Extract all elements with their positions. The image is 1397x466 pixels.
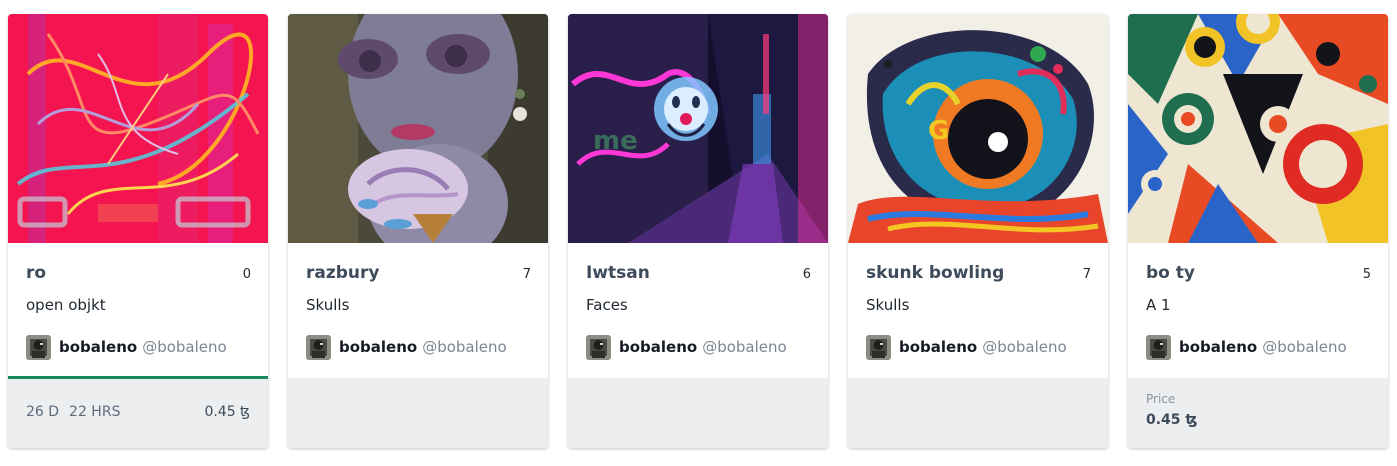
token-info: razbury 7 Skulls bobaleno @bobaleno	[288, 243, 548, 378]
artist-link[interactable]: bobaleno @bobaleno	[1146, 334, 1347, 360]
countdown-timer: 26 D 22 HRS	[26, 404, 120, 420]
artwork-image	[8, 14, 268, 243]
svg-text:me: me	[593, 126, 638, 156]
token-title[interactable]: ro	[26, 263, 216, 283]
card-footer	[288, 378, 548, 448]
price-footer: Price 0.45 ꜩ	[1128, 378, 1388, 448]
token-thumbnail[interactable]: G	[848, 14, 1108, 243]
avatar	[866, 334, 891, 360]
token-title[interactable]: bo ty	[1146, 263, 1336, 283]
artist-name: bobaleno	[1179, 338, 1258, 356]
artist-name: bobaleno	[619, 338, 698, 356]
avatar	[306, 334, 331, 360]
token-info: skunk bowling 7 Skulls bobaleno @bobalen…	[848, 243, 1108, 378]
artwork-image: me	[568, 14, 828, 243]
collection-name[interactable]: Faces	[586, 296, 628, 314]
token-grid: ro 0 open objkt bobaleno @bobaleno 26 D …	[8, 14, 1389, 448]
artist-link[interactable]: bobaleno @bobaleno	[586, 334, 787, 360]
artist-link[interactable]: bobaleno @bobaleno	[866, 334, 1067, 360]
artwork-image	[1128, 14, 1388, 243]
collection-name[interactable]: A 1	[1146, 296, 1171, 314]
collection-name[interactable]: Skulls	[306, 296, 349, 314]
token-card[interactable]: me Iwtsan 6 Faces bobaleno @bobaleno	[568, 14, 828, 448]
token-title[interactable]: razbury	[306, 263, 496, 283]
artist-handle: @bobaleno	[422, 338, 507, 356]
token-card[interactable]: bo ty 5 A 1 bobaleno @bobaleno Price 0.4…	[1128, 14, 1388, 448]
artist-link[interactable]: bobaleno @bobaleno	[306, 334, 507, 360]
artwork-image: G	[848, 14, 1108, 243]
price-value: 0.45 ꜩ	[204, 404, 250, 420]
avatar	[586, 334, 611, 360]
artist-name: bobaleno	[59, 338, 138, 356]
token-title[interactable]: skunk bowling	[866, 263, 1056, 283]
artist-link[interactable]: bobaleno @bobaleno	[26, 334, 227, 360]
token-card[interactable]: ro 0 open objkt bobaleno @bobaleno 26 D …	[8, 14, 268, 448]
countdown-days: 26 D	[26, 404, 60, 420]
token-thumbnail[interactable]	[1128, 14, 1388, 243]
artist-handle: @bobaleno	[702, 338, 787, 356]
artist-handle: @bobaleno	[982, 338, 1067, 356]
price-value: 0.45 ꜩ	[1146, 412, 1198, 428]
artist-handle: @bobaleno	[142, 338, 227, 356]
token-card[interactable]: G skunk bowling 7 Skulls bobaleno @bobal…	[848, 14, 1108, 448]
token-thumbnail[interactable]	[8, 14, 268, 243]
auction-footer: 26 D 22 HRS 0.45 ꜩ	[8, 376, 268, 448]
token-thumbnail[interactable]	[288, 14, 548, 243]
countdown-hours: 22 HRS	[69, 404, 121, 420]
edition-count: 7	[1082, 267, 1091, 282]
artwork-image	[288, 14, 548, 243]
avatar	[1146, 334, 1171, 360]
artist-name: bobaleno	[339, 338, 418, 356]
avatar	[26, 334, 51, 360]
token-info: Iwtsan 6 Faces bobaleno @bobaleno	[568, 243, 828, 378]
edition-count: 6	[802, 267, 811, 282]
token-info: ro 0 open objkt bobaleno @bobaleno	[8, 243, 268, 378]
token-title[interactable]: Iwtsan	[586, 263, 776, 283]
token-info: bo ty 5 A 1 bobaleno @bobaleno	[1128, 243, 1388, 378]
card-footer	[848, 378, 1108, 448]
artist-handle: @bobaleno	[1262, 338, 1347, 356]
collection-name[interactable]: Skulls	[866, 296, 909, 314]
svg-text:G: G	[928, 116, 949, 146]
edition-count: 0	[242, 267, 251, 282]
edition-count: 7	[522, 267, 531, 282]
artist-name: bobaleno	[899, 338, 978, 356]
price-label: Price	[1146, 392, 1176, 406]
edition-count: 5	[1362, 267, 1371, 282]
collection-name[interactable]: open objkt	[26, 296, 106, 314]
card-footer	[568, 378, 828, 448]
token-card[interactable]: razbury 7 Skulls bobaleno @bobaleno	[288, 14, 548, 448]
token-thumbnail[interactable]: me	[568, 14, 828, 243]
